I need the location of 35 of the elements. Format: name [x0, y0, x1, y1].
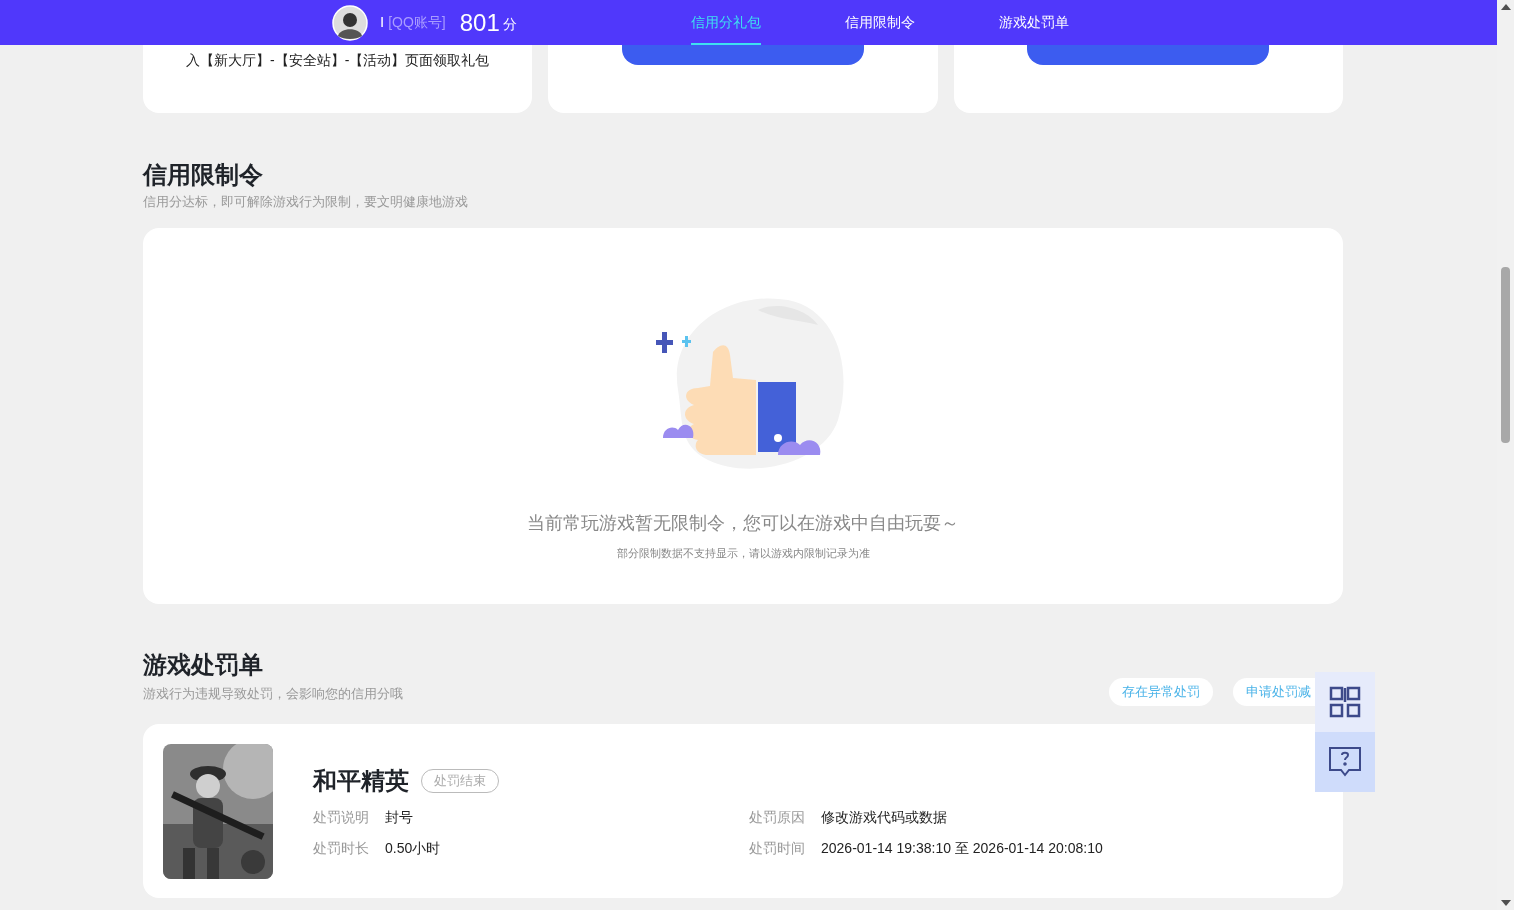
section-subtitle: 游戏行为违规导致处罚，会影响您的信用分哦: [143, 685, 403, 703]
qr-code-button[interactable]: [1315, 672, 1375, 732]
action-pill[interactable]: 申请处罚减: [1233, 678, 1315, 706]
section-title: 游戏处罚单: [143, 650, 263, 680]
field-value: 2026-01-14 19:38:10 至 2026-01-14 20:08:10: [821, 839, 1103, 858]
empty-message: 当前常玩游戏暂无限制令，您可以在游戏中自由玩耍～: [527, 512, 959, 535]
nav-tab[interactable]: 信用分礼包: [690, 0, 761, 45]
field-label: 处罚时间: [749, 839, 805, 858]
section-title: 信用限制令: [143, 160, 263, 190]
field-label: 处罚原因: [749, 808, 805, 827]
scrollbar-thumb[interactable]: [1501, 267, 1510, 443]
scroll-up-icon[interactable]: [1500, 4, 1511, 10]
avatar: [332, 4, 368, 41]
claim-button[interactable]: [622, 45, 864, 65]
empty-note: 部分限制数据不支持显示，请以游戏内限制记录为准: [616, 546, 870, 561]
account-type: [QQ账号]: [388, 13, 446, 32]
nav-tab[interactable]: 信用限制令: [844, 0, 915, 45]
field-label: 处罚说明: [313, 808, 369, 827]
scroll-down-icon[interactable]: [1500, 900, 1511, 906]
field-value: 封号: [385, 808, 413, 827]
action-pill[interactable]: 存在异常处罚: [1109, 678, 1213, 706]
user-name: I: [380, 12, 385, 33]
score-unit: 分: [502, 15, 517, 34]
field-value: 0.50小时: [385, 839, 441, 858]
question-bubble-icon: [1328, 746, 1362, 778]
help-button[interactable]: [1315, 732, 1375, 792]
gift-instruction: 入【新大厅】-【安全站】-【活动】页面领取礼包: [186, 51, 490, 70]
credit-score: 801: [459, 7, 500, 38]
section-subtitle: 信用分达标，即可解除游戏行为限制，要文明健康地游戏: [143, 193, 468, 211]
nav-tab[interactable]: 游戏处罚单: [998, 0, 1069, 45]
field-value: 修改游戏代码或数据: [821, 808, 947, 827]
qr-code-icon: [1329, 686, 1361, 718]
claim-button[interactable]: [1027, 45, 1270, 65]
field-label: 处罚时长: [313, 839, 369, 858]
game-title: 和平精英: [313, 766, 409, 796]
